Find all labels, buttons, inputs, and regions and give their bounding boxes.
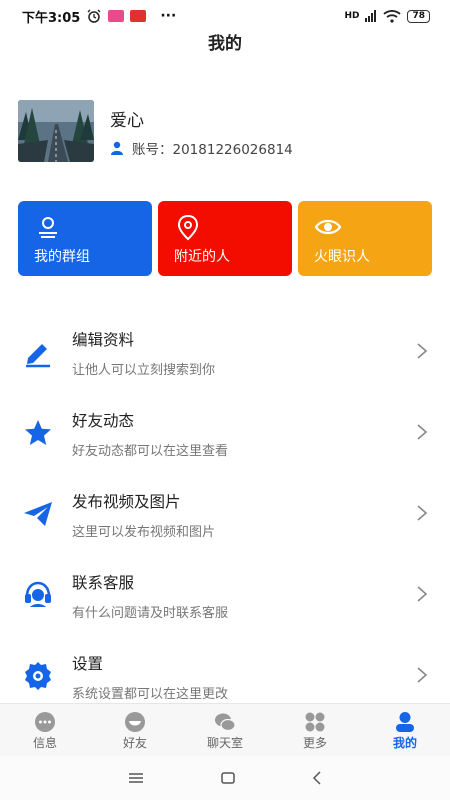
settings-menu: 编辑资料 让他人可以立刻搜索到你 好友动态 好友动态都可以在这里查看 发布视频及… <box>0 312 450 717</box>
tab-more[interactable]: 更多 <box>270 704 360 756</box>
home-icon[interactable] <box>221 772 235 784</box>
chevron-right-icon <box>417 586 428 602</box>
account-number: 账号：20181226026814 <box>132 142 293 158</box>
profile-account: 账号：20181226026814 <box>110 138 293 158</box>
star-icon <box>25 420 51 445</box>
status-more-dots: ··· <box>160 8 177 24</box>
wifi-icon <box>383 9 402 23</box>
edit-icon <box>26 344 50 368</box>
card-my-groups[interactable]: 我的群组 <box>18 201 152 276</box>
tab-label: 我的 <box>392 736 417 750</box>
headset-icon <box>25 581 51 607</box>
chatroom-icon <box>215 713 236 732</box>
status-bar: 下午3:05 ··· HD 78 <box>0 0 450 32</box>
menu-desc: 有什么问题请及时联系客服 <box>72 606 229 621</box>
status-time: 下午3:05 <box>22 10 81 26</box>
tab-mine[interactable]: 我的 <box>360 704 450 756</box>
chevron-right-icon <box>417 505 428 521</box>
profile-section[interactable]: 爱心 账号：20181226026814 <box>18 100 418 162</box>
system-navigation-bar <box>0 756 450 800</box>
bottom-tab-bar: 信息 好友 聊天室 更多 我的 <box>0 703 450 756</box>
card-fire-eye[interactable]: 火眼识人 <box>298 201 432 276</box>
more-grid-icon <box>305 712 325 732</box>
chevron-right-icon <box>417 424 428 440</box>
card-label: 我的群组 <box>34 249 90 265</box>
tab-label: 更多 <box>302 736 327 750</box>
tab-messages[interactable]: 信息 <box>0 704 90 756</box>
eye-icon <box>314 219 342 235</box>
menu-desc: 让他人可以立刻搜索到你 <box>72 363 216 378</box>
menu-title: 设置 <box>72 655 104 673</box>
feature-cards: 我的群组 附近的人 火眼识人 <box>18 201 432 276</box>
menu-item-publish-media[interactable]: 发布视频及图片 这里可以发布视频和图片 <box>0 474 450 555</box>
menu-item-customer-service[interactable]: 联系客服 有什么问题请及时联系客服 <box>0 555 450 636</box>
tab-label: 信息 <box>32 736 57 750</box>
menu-title: 发布视频及图片 <box>72 493 181 511</box>
page-title: 我的 <box>208 34 242 54</box>
tab-label: 聊天室 <box>206 736 243 750</box>
person-icon <box>396 712 414 732</box>
card-nearby-people[interactable]: 附近的人 <box>158 201 292 276</box>
send-icon <box>24 502 52 526</box>
battery-indicator: 78 <box>407 9 430 23</box>
app-notification-icon-2 <box>130 10 147 22</box>
back-icon[interactable] <box>312 771 322 785</box>
message-icon <box>35 712 55 732</box>
card-label: 火眼识人 <box>314 249 370 265</box>
location-pin-icon <box>177 214 199 241</box>
menu-desc: 这里可以发布视频和图片 <box>72 525 216 540</box>
menu-icon[interactable] <box>128 772 144 784</box>
friend-icon <box>125 712 145 732</box>
menu-item-edit-profile[interactable]: 编辑资料 让他人可以立刻搜索到你 <box>0 312 450 393</box>
group-icon <box>39 217 57 238</box>
gear-icon <box>25 662 51 690</box>
profile-name: 爱心 <box>110 111 144 131</box>
card-label: 附近的人 <box>174 249 230 265</box>
menu-desc: 好友动态都可以在这里查看 <box>72 444 229 459</box>
network-label: HD <box>344 11 360 21</box>
menu-desc: 系统设置都可以在这里更改 <box>72 687 229 702</box>
menu-title: 联系客服 <box>72 574 135 592</box>
app-notification-icon <box>108 10 125 22</box>
tab-chatroom[interactable]: 聊天室 <box>180 704 270 756</box>
menu-title: 编辑资料 <box>72 331 135 349</box>
alarm-icon <box>87 9 101 23</box>
menu-title: 好友动态 <box>72 412 135 430</box>
avatar[interactable] <box>18 100 94 162</box>
menu-item-friend-feed[interactable]: 好友动态 好友动态都可以在这里查看 <box>0 393 450 474</box>
chevron-right-icon <box>417 667 428 683</box>
user-icon <box>111 141 123 155</box>
signal-icon <box>365 10 377 22</box>
tab-label: 好友 <box>122 736 147 750</box>
tab-friends[interactable]: 好友 <box>90 704 180 756</box>
chevron-right-icon <box>417 343 428 359</box>
